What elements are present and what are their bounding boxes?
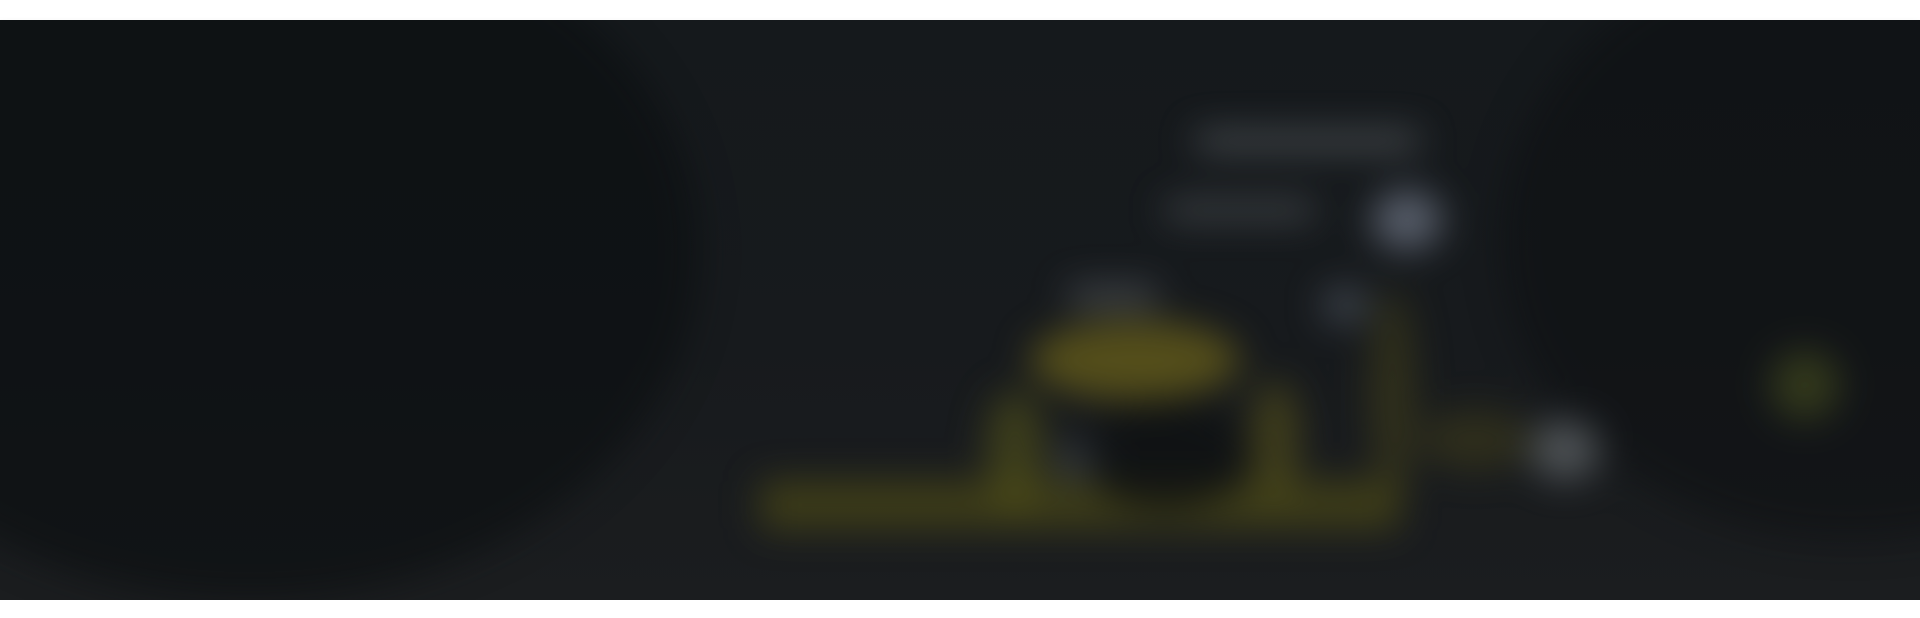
light-streak-2: [1165, 200, 1315, 220]
light-blob-2: [1320, 285, 1370, 325]
yellow-glow-1: [1030, 320, 1240, 400]
light-blob-1: [1372, 190, 1442, 250]
yellow-glow-6: [1770, 350, 1840, 420]
dark-core: [1080, 400, 1250, 510]
yellow-floor-streak: [760, 480, 1400, 530]
dark-vignette-left: [0, 20, 700, 600]
yellow-glow-5: [1420, 410, 1530, 470]
light-blob-3: [1530, 420, 1600, 480]
blurred-hero-image: [0, 20, 1920, 600]
bottom-margin: [0, 600, 1920, 618]
hero-blur-layer: [0, 20, 1920, 600]
page: [0, 0, 1920, 618]
yellow-glow-4: [1370, 290, 1415, 500]
top-margin: [0, 0, 1920, 20]
light-streak-3: [1068, 285, 1158, 307]
light-streak-1: [1195, 132, 1420, 150]
